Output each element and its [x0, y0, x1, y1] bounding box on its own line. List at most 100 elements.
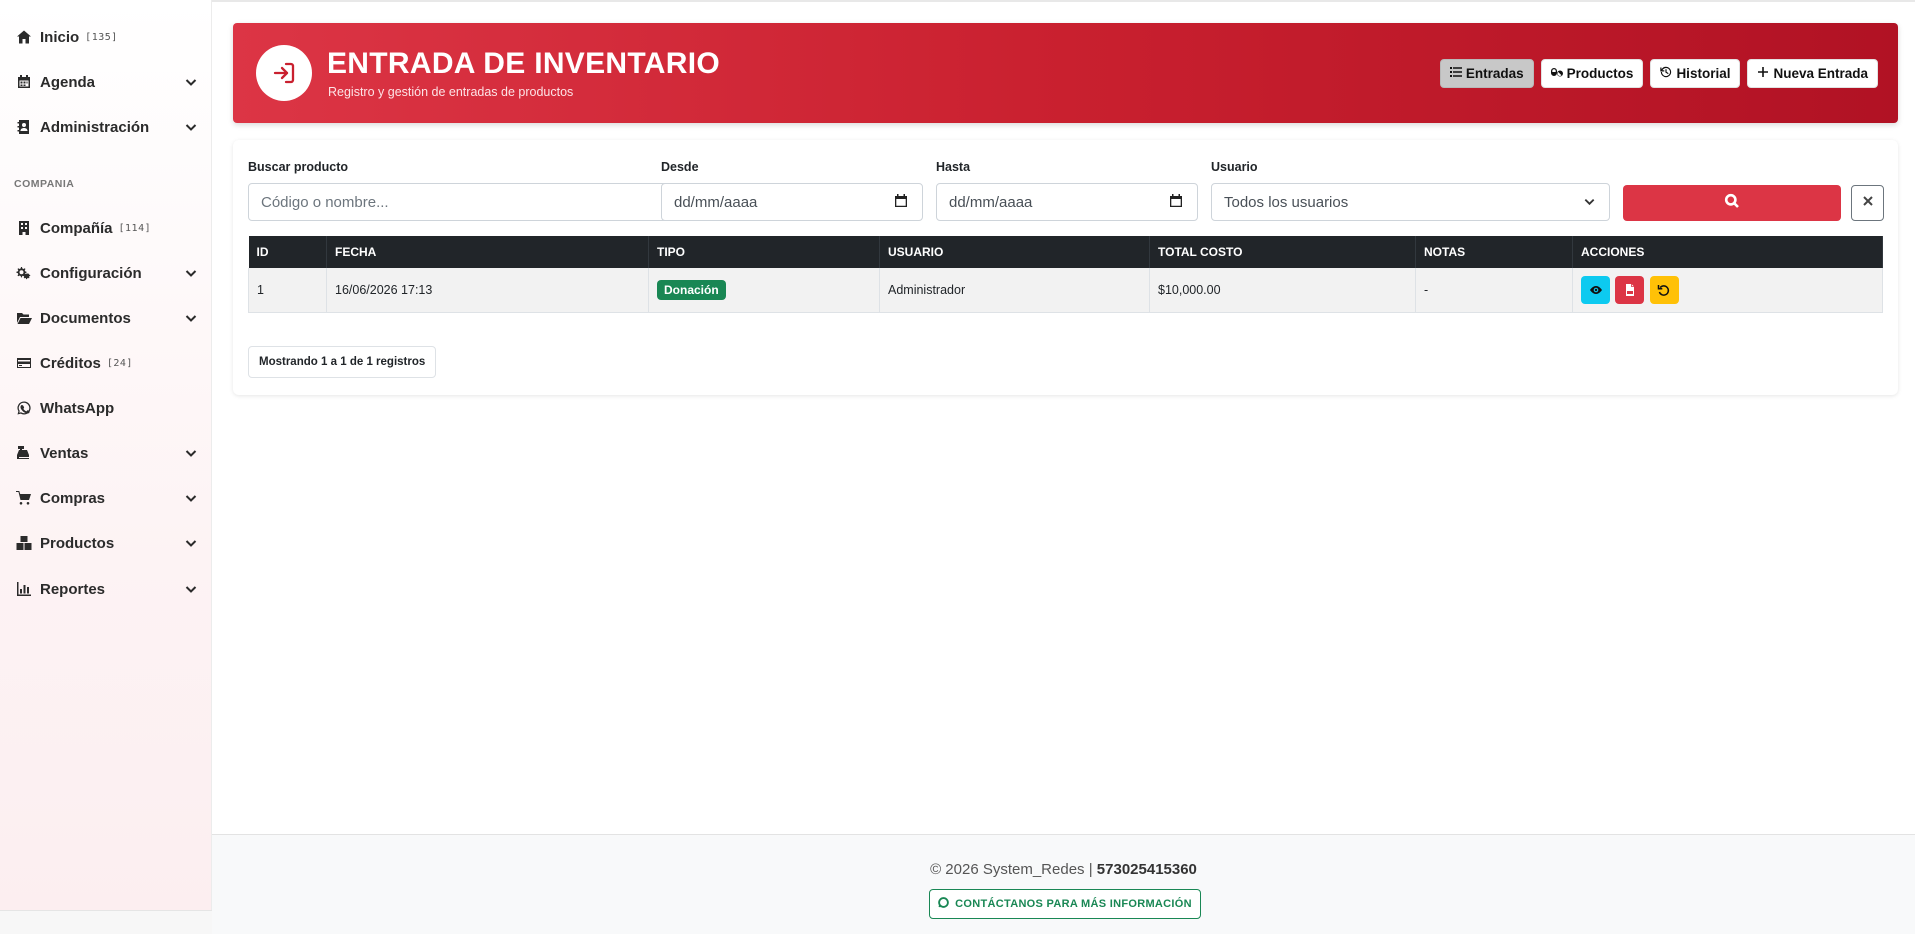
nueva-entrada-button-label: Nueva Entrada — [1773, 66, 1868, 81]
to-date-placeholder: dd/mm/aaaa — [949, 193, 1033, 211]
whatsapp-icon — [938, 897, 949, 911]
pagination-sep2: de — [349, 356, 364, 368]
sidebar-section-label: COMPANIA — [14, 178, 75, 190]
historial-button-label: Historial — [1676, 66, 1731, 81]
contact-book-icon — [14, 117, 34, 137]
pagination-from: 1 — [320, 356, 328, 368]
from-date-input[interactable]: dd/mm/aaaa — [661, 183, 923, 221]
sidebar-item-label: Compras — [40, 489, 106, 507]
sidebar-item-count: [114] — [118, 222, 152, 234]
sidebar-item-label: Reportes — [40, 580, 106, 598]
credit-card-icon — [14, 353, 34, 373]
sidebar-item-productos[interactable]: Productos — [0, 524, 212, 562]
footer-copyright: © 2026 System_Redes | — [930, 861, 1093, 878]
eye-icon — [1589, 285, 1602, 294]
sidebar-item-inicio[interactable]: Inicio [135] — [0, 18, 212, 56]
sidebar-item-label: Inicio — [40, 28, 80, 46]
pagination-total: 1 — [366, 356, 373, 368]
sidebar-item-compania[interactable]: Compañía [114] — [0, 209, 212, 247]
sidebar-item-reportes[interactable]: Reportes — [0, 570, 212, 608]
sidebar-item-ventas[interactable]: Ventas — [0, 434, 212, 472]
chevron-down-icon — [184, 266, 198, 280]
clear-filters-button[interactable] — [1851, 185, 1884, 221]
calendar-icon[interactable] — [894, 194, 910, 210]
sidebar-item-count: [135] — [85, 31, 118, 43]
page-footer: © 2026 System_Redes | 573025415360 CONTÁ… — [212, 834, 1915, 934]
sidebar-item-administracion[interactable]: Administración — [0, 108, 212, 146]
from-date-placeholder: dd/mm/aaaa — [674, 193, 758, 211]
sidebar-item-configuracion[interactable]: Configuración — [0, 254, 212, 292]
page-header: ENTRADA DE INVENTARIO Registro y gestión… — [233, 23, 1898, 123]
col-notas: NOTAS — [1415, 236, 1573, 268]
calendar-icon[interactable] — [1169, 194, 1185, 210]
cell-tipo: Donación — [648, 268, 880, 313]
revert-button[interactable] — [1649, 275, 1679, 304]
col-tipo: TIPO — [648, 236, 880, 268]
top-border — [212, 0, 1915, 2]
productos-button-label: Productos — [1566, 66, 1634, 81]
close-icon — [1862, 194, 1874, 212]
sidebar-item-label: Productos — [40, 534, 115, 552]
sidebar: Inicio [135] Agenda Administración COMPA… — [0, 0, 212, 934]
from-date-label: Desde — [661, 160, 699, 174]
cell-fecha: 16/06/2026 17:13 — [326, 268, 649, 313]
footer-text: © 2026 System_Redes | 573025415360 — [212, 861, 1915, 878]
nueva-entrada-button[interactable]: Nueva Entrada — [1747, 59, 1878, 88]
footer-phone: 573025415360 — [1096, 861, 1197, 878]
page-title: ENTRADA DE INVENTARIO — [327, 47, 720, 80]
sidebar-item-label: Agenda — [40, 73, 96, 91]
contact-button-label: CONTÁCTANOS PARA MÁS INFORMACIÓN — [955, 898, 1192, 910]
chevron-down-icon — [184, 446, 198, 460]
sidebar-item-label: Ventas — [40, 444, 89, 462]
tipo-badge: Donación — [657, 279, 726, 300]
building-icon — [14, 218, 34, 238]
col-fecha: FECHA — [326, 236, 649, 268]
cell-notas: - — [1415, 268, 1573, 313]
table-row: 1 16/06/2026 17:13 Donación Administrado… — [248, 268, 1883, 313]
search-product-input[interactable]: Código o nombre... — [248, 183, 679, 221]
plus-icon — [1757, 66, 1769, 81]
cash-register-icon — [14, 443, 34, 463]
contact-button[interactable]: CONTÁCTANOS PARA MÁS INFORMACIÓN — [929, 889, 1201, 919]
col-id: ID — [248, 236, 327, 268]
sidebar-item-documentos[interactable]: Documentos — [0, 299, 212, 337]
sign-in-icon — [256, 45, 312, 101]
entries-table: ID FECHA TIPO USUARIO TOTAL COSTO NOTAS … — [248, 236, 1883, 313]
header-actions: Entradas Productos Historial Nueva Entra… — [1439, 59, 1878, 88]
chevron-down-icon — [184, 491, 198, 505]
sidebar-item-compras[interactable]: Compras — [0, 479, 212, 517]
home-icon — [14, 27, 34, 47]
file-pdf-icon — [1625, 283, 1634, 296]
calendar-icon — [14, 72, 34, 92]
cell-acciones — [1572, 268, 1883, 313]
cell-total: $10,000.00 — [1149, 268, 1416, 313]
pdf-button[interactable] — [1615, 275, 1645, 304]
entradas-button[interactable]: Entradas — [1439, 59, 1534, 88]
cell-usuario: Administrador — [879, 268, 1150, 313]
sidebar-item-whatsapp[interactable]: WhatsApp — [0, 389, 212, 427]
productos-button[interactable]: Productos — [1540, 59, 1644, 88]
user-select[interactable]: Todos los usuarios — [1211, 183, 1610, 221]
entradas-button-label: Entradas — [1465, 66, 1524, 81]
cart-icon — [14, 488, 34, 508]
chevron-down-icon — [1583, 195, 1597, 209]
search-button[interactable] — [1623, 185, 1841, 221]
chart-bar-icon — [14, 579, 34, 599]
page-subtitle: Registro y gestión de entradas de produc… — [328, 85, 574, 99]
history-icon — [1660, 66, 1672, 81]
sidebar-item-agenda[interactable]: Agenda — [0, 63, 212, 101]
to-date-input[interactable]: dd/mm/aaaa — [936, 183, 1198, 221]
historial-button[interactable]: Historial — [1650, 59, 1741, 88]
boxes-icon — [14, 533, 34, 553]
pagination-sep1: a — [330, 356, 337, 368]
chevron-down-icon — [184, 75, 198, 89]
entries-card: Buscar producto Código o nombre... Desde… — [233, 140, 1898, 395]
sidebar-item-creditos[interactable]: Créditos [24] — [0, 344, 212, 382]
sidebar-item-label: Documentos — [40, 309, 131, 327]
pills-icon — [1550, 66, 1563, 81]
user-label: Usuario — [1211, 160, 1258, 174]
view-button[interactable] — [1581, 275, 1610, 304]
chevron-down-icon — [184, 582, 198, 596]
sidebar-item-label: WhatsApp — [40, 399, 115, 417]
chevron-down-icon — [184, 536, 198, 550]
